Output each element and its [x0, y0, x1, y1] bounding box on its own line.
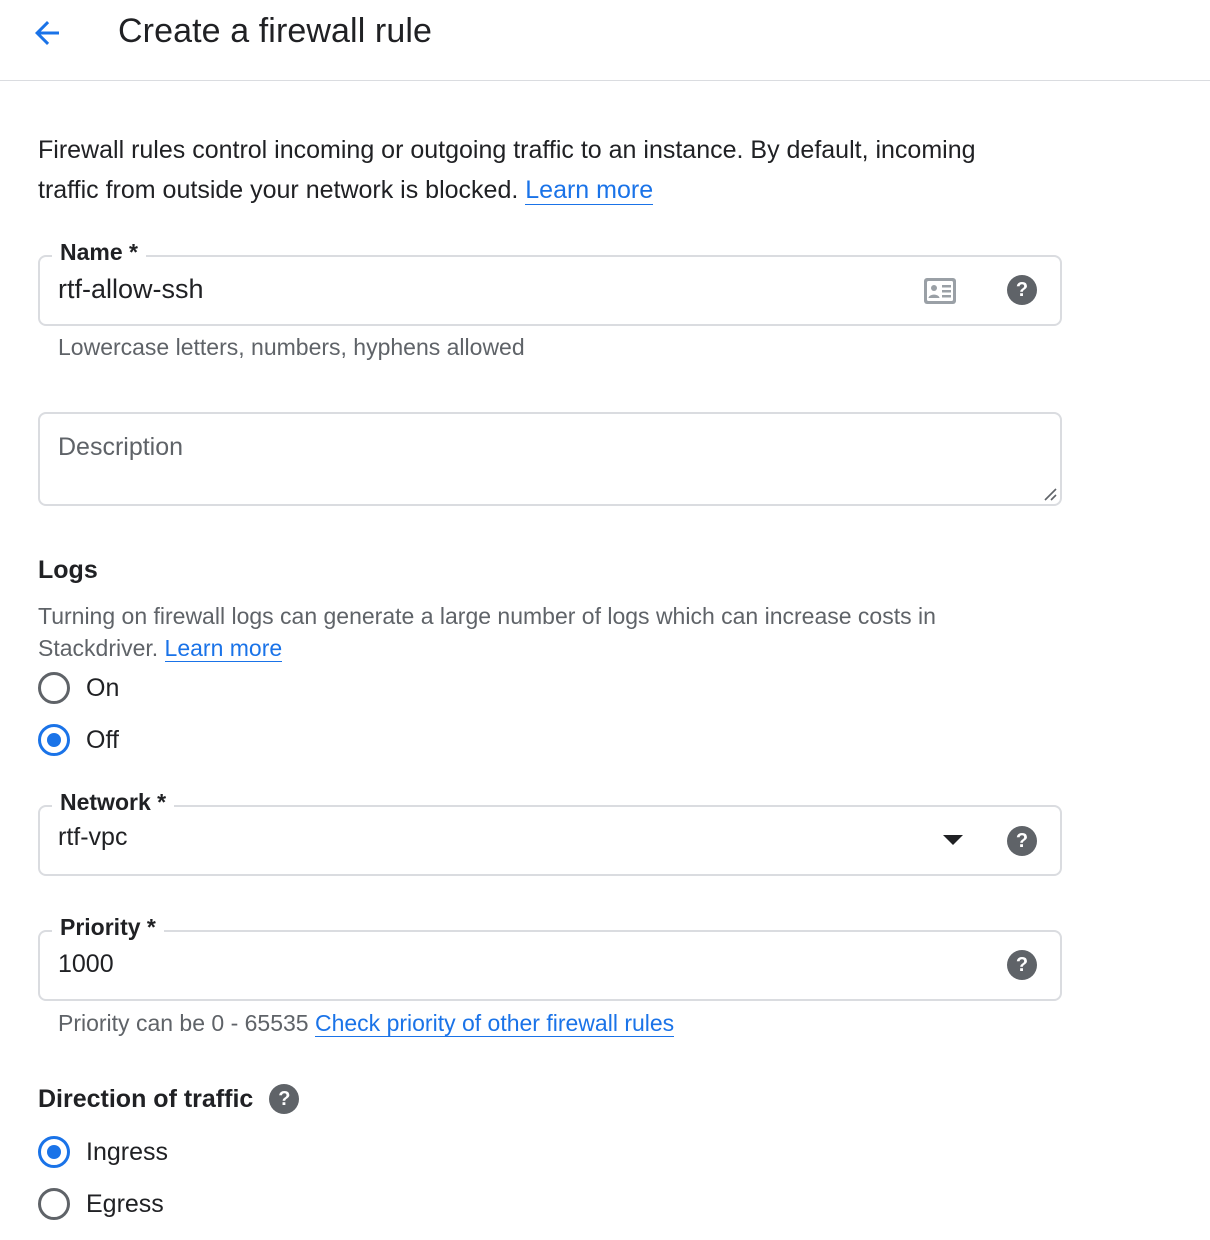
name-input-value[interactable]: rtf-allow-ssh [58, 274, 204, 305]
direction-title: Direction of traffic [38, 1084, 254, 1113]
name-field[interactable]: Name * rtf-allow-ssh ? [38, 239, 1062, 326]
radio-unchecked-icon[interactable] [38, 672, 70, 704]
priority-field-label: Priority * [52, 914, 164, 941]
priority-hint-text: Priority can be 0 - 65535 [58, 1010, 309, 1036]
learn-more-link[interactable]: Learn more [525, 176, 654, 205]
page-header: Create a firewall rule [0, 0, 1210, 81]
description-field[interactable]: Description [38, 412, 1062, 506]
contact-card-icon[interactable] [922, 275, 958, 307]
network-select[interactable]: Network * rtf-vpc ? [38, 789, 1062, 876]
logs-option-on-label: On [86, 673, 120, 702]
dropdown-arrow-icon[interactable] [943, 835, 963, 845]
priority-field[interactable]: Priority * 1000 ? [38, 914, 1062, 1001]
logs-description: Turning on firewall logs can generate a … [38, 600, 1018, 664]
priority-hint: Priority can be 0 - 65535 Check priority… [58, 1010, 675, 1037]
direction-option-egress[interactable]: Egress [38, 1187, 164, 1221]
description-placeholder: Description [58, 433, 184, 461]
logs-option-off-label: Off [86, 725, 119, 754]
name-hint: Lowercase letters, numbers, hyphens allo… [58, 334, 525, 360]
name-help-icon[interactable]: ? [1007, 275, 1037, 305]
radio-checked-icon[interactable] [38, 724, 70, 756]
priority-input-value[interactable]: 1000 [58, 950, 114, 979]
direction-title-row: Direction of traffic ? [38, 1084, 300, 1114]
radio-unchecked-icon[interactable] [38, 1188, 70, 1220]
logs-title: Logs [38, 556, 98, 584]
network-selected-value[interactable]: rtf-vpc [58, 823, 127, 852]
logs-option-off[interactable]: Off [38, 723, 119, 757]
direction-option-egress-label: Egress [86, 1189, 164, 1218]
direction-option-ingress[interactable]: Ingress [38, 1135, 168, 1169]
back-arrow-icon[interactable] [28, 14, 66, 52]
logs-option-on[interactable]: On [38, 671, 119, 705]
page-title: Create a firewall rule [118, 12, 432, 50]
name-field-label: Name * [52, 239, 146, 266]
check-priority-link[interactable]: Check priority of other firewall rules [314, 1010, 675, 1037]
intro-text: Firewall rules control incoming or outgo… [38, 130, 1038, 210]
intro-description: Firewall rules control incoming or outgo… [38, 136, 976, 204]
radio-checked-icon[interactable] [38, 1136, 70, 1168]
direction-option-ingress-label: Ingress [86, 1137, 168, 1166]
network-field-label: Network * [52, 789, 175, 816]
logs-learn-more-link[interactable]: Learn more [164, 635, 283, 662]
network-help-icon[interactable]: ? [1007, 826, 1037, 856]
resize-handle-icon[interactable] [1040, 484, 1058, 502]
direction-help-icon[interactable]: ? [269, 1084, 300, 1114]
priority-help-icon[interactable]: ? [1007, 950, 1037, 980]
